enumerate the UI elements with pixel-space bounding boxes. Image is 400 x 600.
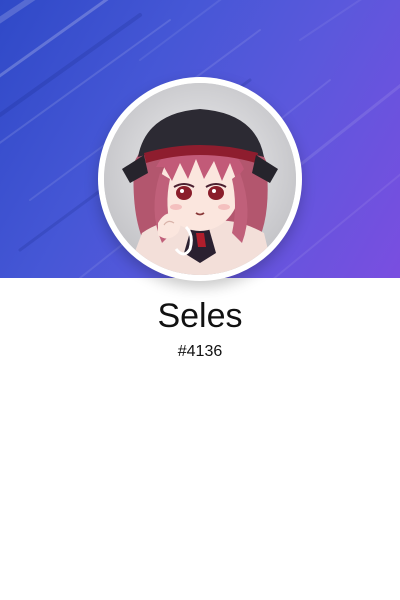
user-discriminator: #4136 bbox=[177, 343, 223, 360]
avatar-frame bbox=[98, 77, 302, 281]
username: Seles bbox=[157, 297, 243, 335]
profile-card: Seles #4136 bbox=[0, 0, 400, 600]
anime-avatar-icon bbox=[104, 83, 296, 275]
avatar[interactable] bbox=[104, 83, 296, 275]
